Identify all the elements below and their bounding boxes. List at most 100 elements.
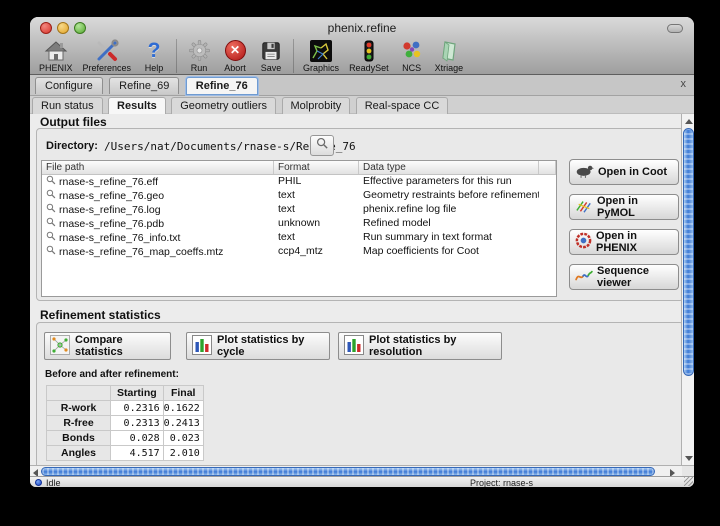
stats-row: R-free 0.2313 0.2413 [47,416,204,431]
bar-chart-icon [192,335,212,358]
toolbar-item-label: Save [261,63,282,73]
side-button-label: Open in Coot [598,166,667,178]
status-text: Idle [46,478,61,487]
toolbar-toggle-button[interactable] [667,24,683,33]
project-label: Project: rnase-s [470,478,533,487]
status-bar: Idle Project: rnase-s [30,476,694,487]
browse-directory-button[interactable] [310,135,334,156]
save-disk-icon [258,38,284,63]
stats-row-label: R-work [47,401,111,416]
sequence-icon [575,269,593,286]
plot-statistics-by-resolution-button[interactable]: Plot statistics by resolution [338,332,502,360]
phenix-refine-window: phenix.refine PHENIX Preferences ? Help [30,17,694,487]
pymol-icon [575,198,593,217]
output-files-heading: Output files [40,115,107,129]
stats-row-label: Angles [47,446,111,461]
file-row[interactable]: rnase-s_refine_76_map_coeffs.mtz ccp4_mt… [42,245,556,259]
toolbar-item-label: NCS [402,63,421,73]
help-button[interactable]: ? Help [136,38,172,73]
vertical-scrollbar[interactable] [681,114,694,465]
open-in-pymol-button[interactable]: Open in PyMOL [569,194,679,220]
stats-row-label: R-free [47,416,111,431]
side-button-label: Open in PyMOL [597,195,678,219]
phenix-map-icon [575,232,592,252]
window-title: phenix.refine [30,21,694,35]
file-row[interactable]: rnase-s_refine_76.pdb unknown Refined mo… [42,217,556,231]
phenix-home-button[interactable]: PHENIX [34,38,78,73]
scrollbar-corner [682,465,694,476]
stats-row: Angles 4.517 2.010 [47,446,204,461]
magnifier-icon [46,231,56,245]
magnifier-icon [46,189,56,203]
tab-refine-76[interactable]: Refine_76 [186,77,258,95]
stats-final-value: 0.023 [163,431,203,446]
file-row[interactable]: rnase-s_refine_76.geo text Geometry rest… [42,189,556,203]
status-indicator-icon [35,479,42,486]
file-data-type: Run summary in text format [359,231,539,245]
horizontal-scrollbar-thumb[interactable] [41,467,655,476]
file-data-type: Map coefficients for Coot [359,245,539,259]
sub-tab-bar: Run status Results Geometry outliers Mol… [30,96,694,114]
magnifier-icon [316,137,329,155]
scroll-down-icon[interactable] [685,456,693,461]
file-row[interactable]: rnase-s_refine_76.eff PHIL Effective par… [42,175,556,189]
xtriage-button[interactable]: Xtriage [430,38,469,73]
title-bar: phenix.refine PHENIX Preferences ? Help [30,17,694,75]
toolbar-separator [176,39,177,73]
side-button-label: Open in PHENIX [596,230,678,254]
directory-label: Directory: [46,140,98,152]
file-path: rnase-s_refine_76_info.txt [59,232,180,245]
file-row[interactable]: rnase-s_refine_76.log text phenix.refine… [42,203,556,217]
file-format: ccp4_mtz [274,245,359,259]
before-after-caption: Before and after refinement: [45,369,179,380]
tab-refine-69[interactable]: Refine_69 [109,77,179,94]
stat-button-label: Compare statistics [75,334,162,358]
tab-geometry-outliers[interactable]: Geometry outliers [171,97,276,114]
results-pane: Output files Directory: /Users/nat/Docum… [30,114,694,465]
sequence-viewer-button[interactable]: Sequence viewer [569,264,679,290]
abort-button[interactable]: ✕ Abort [217,38,253,73]
scroll-up-icon[interactable] [685,119,693,124]
graphics-button[interactable]: Graphics [298,38,344,73]
toolbar-separator [293,39,294,73]
file-data-type: Geometry restraints before refinement [359,189,539,203]
file-row[interactable]: rnase-s_refine_76_info.txt text Run summ… [42,231,556,245]
bar-chart-icon [344,335,364,358]
tab-run-status[interactable]: Run status [32,97,103,114]
magnifier-icon [46,217,56,231]
readyset-button[interactable]: ReadySet [344,38,394,73]
file-path: rnase-s_refine_76.log [59,204,161,217]
ncs-button[interactable]: NCS [394,38,430,73]
abort-x-icon: ✕ [222,38,248,63]
tab-close-icon[interactable]: x [681,78,687,90]
compare-statistics-button[interactable]: Compare statistics [44,332,171,360]
preferences-button[interactable]: Preferences [78,38,137,73]
open-in-phenix-button[interactable]: Open in PHENIX [569,229,679,255]
toolbar-item-label: Run [191,63,208,73]
save-button[interactable]: Save [253,38,289,73]
tab-results[interactable]: Results [108,97,166,114]
file-format: text [274,189,359,203]
tab-real-space-cc[interactable]: Real-space CC [356,97,449,114]
file-format: text [274,231,359,245]
horizontal-scrollbar[interactable] [30,465,682,476]
vertical-scrollbar-thumb[interactable] [683,128,694,376]
file-path: rnase-s_refine_76.geo [59,190,164,203]
column-header-data-type[interactable]: Data type [359,161,539,174]
stats-starting-value: 0.028 [111,431,164,446]
toolbar-item-label: Help [145,63,164,73]
stats-row: R-work 0.2316 0.1622 [47,401,204,416]
stat-button-label: Plot statistics by resolution [369,334,493,358]
stats-header-row: Starting Final [47,386,204,401]
run-button[interactable]: Run [181,38,217,73]
column-header-file-path[interactable]: File path [42,161,274,174]
column-header-format[interactable]: Format [274,161,359,174]
tab-molprobity[interactable]: Molprobity [282,97,351,114]
plot-statistics-by-cycle-button[interactable]: Plot statistics by cycle [186,332,330,360]
tab-configure[interactable]: Configure [35,77,103,94]
toolbar-item-label: Preferences [83,63,132,73]
open-in-coot-button[interactable]: Open in Coot [569,159,679,185]
stats-starting-value: 0.2316 [111,401,164,416]
resize-grip[interactable] [684,477,693,486]
gear-icon [186,38,212,63]
